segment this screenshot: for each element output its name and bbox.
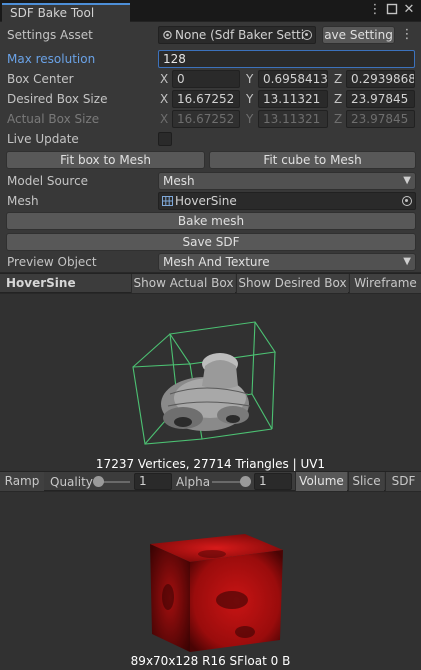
show-actual-box-toggle[interactable]: Show Actual Box	[131, 274, 235, 293]
live-update-row: Live Update	[0, 129, 421, 149]
tab-title: SDF Bake Tool	[10, 6, 95, 20]
sdf-volume-cube	[150, 534, 283, 652]
model-source-dropdown[interactable]: Mesh ▼	[158, 172, 416, 190]
sdf-preview-canvas	[150, 534, 283, 652]
ramp-toggle[interactable]: Ramp	[0, 472, 44, 491]
max-resolution-row: Max resolution 128	[0, 49, 421, 69]
actual-box-size-x-value: 16.67252	[172, 110, 240, 128]
alpha-input[interactable]: 1	[254, 473, 292, 490]
sdf-preview-toolbar: Ramp Quality 1 Alpha 1 Volume Slice SDF	[0, 471, 421, 491]
box-center-x-input[interactable]: 0	[172, 70, 240, 88]
max-resolution-label: Max resolution	[7, 52, 96, 66]
actual-y-axis: Y	[246, 112, 254, 126]
kebab-icon[interactable]: ⋮	[368, 3, 382, 17]
preview-object-row: Preview Object Mesh And Texture ▼	[0, 252, 421, 272]
mesh-preview-viewport[interactable]: 17237 Vertices, 27714 Triangles | UV1	[0, 294, 421, 471]
alpha-slider-knob[interactable]	[240, 476, 251, 487]
actual-box-size-row: Actual Box Size X 16.67252 Y 13.11321 Z …	[0, 109, 421, 129]
dropdown-arrow-icon: ▼	[403, 256, 411, 267]
mesh-field[interactable]: HoverSine	[158, 192, 416, 210]
desired-box-size-y-input[interactable]: 13.11321	[258, 90, 328, 108]
preview-object-dropdown[interactable]: Mesh And Texture ▼	[158, 253, 416, 271]
mesh-label: Mesh	[7, 194, 39, 208]
slice-toggle[interactable]: Slice	[348, 472, 384, 491]
box-center-row: Box Center X 0 Y 0.6958413 Z 0.2939868	[0, 69, 421, 89]
object-picker-icon[interactable]	[302, 30, 312, 40]
model-source-row: Model Source Mesh ▼	[0, 171, 421, 191]
close-icon[interactable]: ✕	[402, 3, 416, 17]
fit-cube-to-mesh-button[interactable]: Fit cube to Mesh	[209, 151, 416, 169]
desired-z-axis: Z	[334, 92, 343, 106]
desired-y-axis: Y	[246, 92, 254, 106]
actual-x-axis: X	[160, 112, 169, 126]
settings-asset-field[interactable]: None (Sdf Baker Setti	[158, 26, 316, 44]
bake-mesh-button[interactable]: Bake mesh	[6, 212, 416, 230]
preview-object-label: Preview Object	[7, 255, 97, 269]
fit-box-to-mesh-button[interactable]: Fit box to Mesh	[6, 151, 205, 169]
box-center-label: Box Center	[7, 72, 74, 86]
mesh-preview-title: HoverSine	[6, 276, 76, 290]
quality-slider-knob[interactable]	[93, 476, 104, 487]
volume-toggle[interactable]: Volume	[295, 472, 347, 491]
box-center-z-input[interactable]: 0.2939868	[346, 70, 415, 88]
mesh-grid-icon	[162, 196, 173, 206]
quality-label: Quality	[50, 475, 93, 489]
settings-kebab-icon[interactable]: ⋮	[400, 28, 414, 42]
show-desired-box-toggle[interactable]: Show Desired Box	[236, 274, 348, 293]
save-sdf-button[interactable]: Save SDF	[6, 233, 416, 251]
preview-object-value: Mesh And Texture	[163, 255, 270, 269]
desired-x-axis: X	[160, 92, 169, 106]
alpha-label: Alpha	[176, 475, 211, 489]
mesh-preview-canvas	[132, 321, 276, 445]
box-center-z-axis: Z	[334, 72, 343, 86]
inspector-panel: Settings Asset None (Sdf Baker Setti ave…	[0, 22, 421, 272]
actual-box-size-z-value: 23.97845	[346, 110, 415, 128]
desired-box-size-label: Desired Box Size	[7, 92, 108, 106]
actual-box-size-label: Actual Box Size	[7, 112, 100, 126]
settings-asset-row: Settings Asset None (Sdf Baker Setti ave…	[0, 25, 421, 45]
mesh-picker-icon[interactable]	[402, 196, 412, 206]
desired-box-size-x-input[interactable]: 16.67252	[172, 90, 240, 108]
box-center-y-input[interactable]: 0.6958413	[258, 70, 328, 88]
mesh-stats-caption: 17237 Vertices, 27714 Triangles | UV1	[95, 457, 326, 471]
window-tab-bar: SDF Bake Tool ⋮ ✕	[0, 0, 421, 22]
box-center-x-axis: X	[160, 72, 169, 86]
max-resolution-input[interactable]: 128	[158, 50, 415, 68]
box-center-y-axis: Y	[246, 72, 254, 86]
save-settings-button[interactable]: ave Setting	[322, 26, 395, 44]
tab-sdf-bake-tool[interactable]: SDF Bake Tool	[2, 3, 130, 22]
actual-z-axis: Z	[334, 112, 343, 126]
wireframe-toggle[interactable]: Wireframe	[349, 274, 421, 293]
model-source-value: Mesh	[163, 174, 195, 188]
settings-asset-icon	[163, 30, 172, 40]
quality-input[interactable]: 1	[134, 473, 172, 490]
sdf-preview-viewport[interactable]: 89x70x128 R16 SFloat 0 B	[0, 492, 421, 670]
settings-asset-value: None (Sdf Baker Setti	[175, 28, 305, 42]
mesh-preview-toolbar: HoverSine Show Actual Box Show Desired B…	[0, 273, 421, 293]
model-source-label: Model Source	[7, 174, 89, 188]
settings-asset-label: Settings Asset	[7, 28, 93, 42]
maximize-icon[interactable]	[385, 3, 399, 17]
mesh-row: Mesh HoverSine	[0, 191, 421, 211]
sdf-toggle[interactable]: SDF	[385, 472, 421, 491]
live-update-checkbox[interactable]	[158, 132, 172, 146]
actual-box-size-y-value: 13.11321	[258, 110, 328, 128]
live-update-label: Live Update	[7, 132, 79, 146]
mesh-value: HoverSine	[175, 194, 237, 208]
desired-box-size-row: Desired Box Size X 16.67252 Y 13.11321 Z…	[0, 89, 421, 109]
dropdown-arrow-icon: ▼	[403, 175, 411, 186]
desired-box-size-z-input[interactable]: 23.97845	[346, 90, 415, 108]
sdf-texture-caption: 89x70x128 R16 SFloat 0 B	[130, 654, 291, 668]
